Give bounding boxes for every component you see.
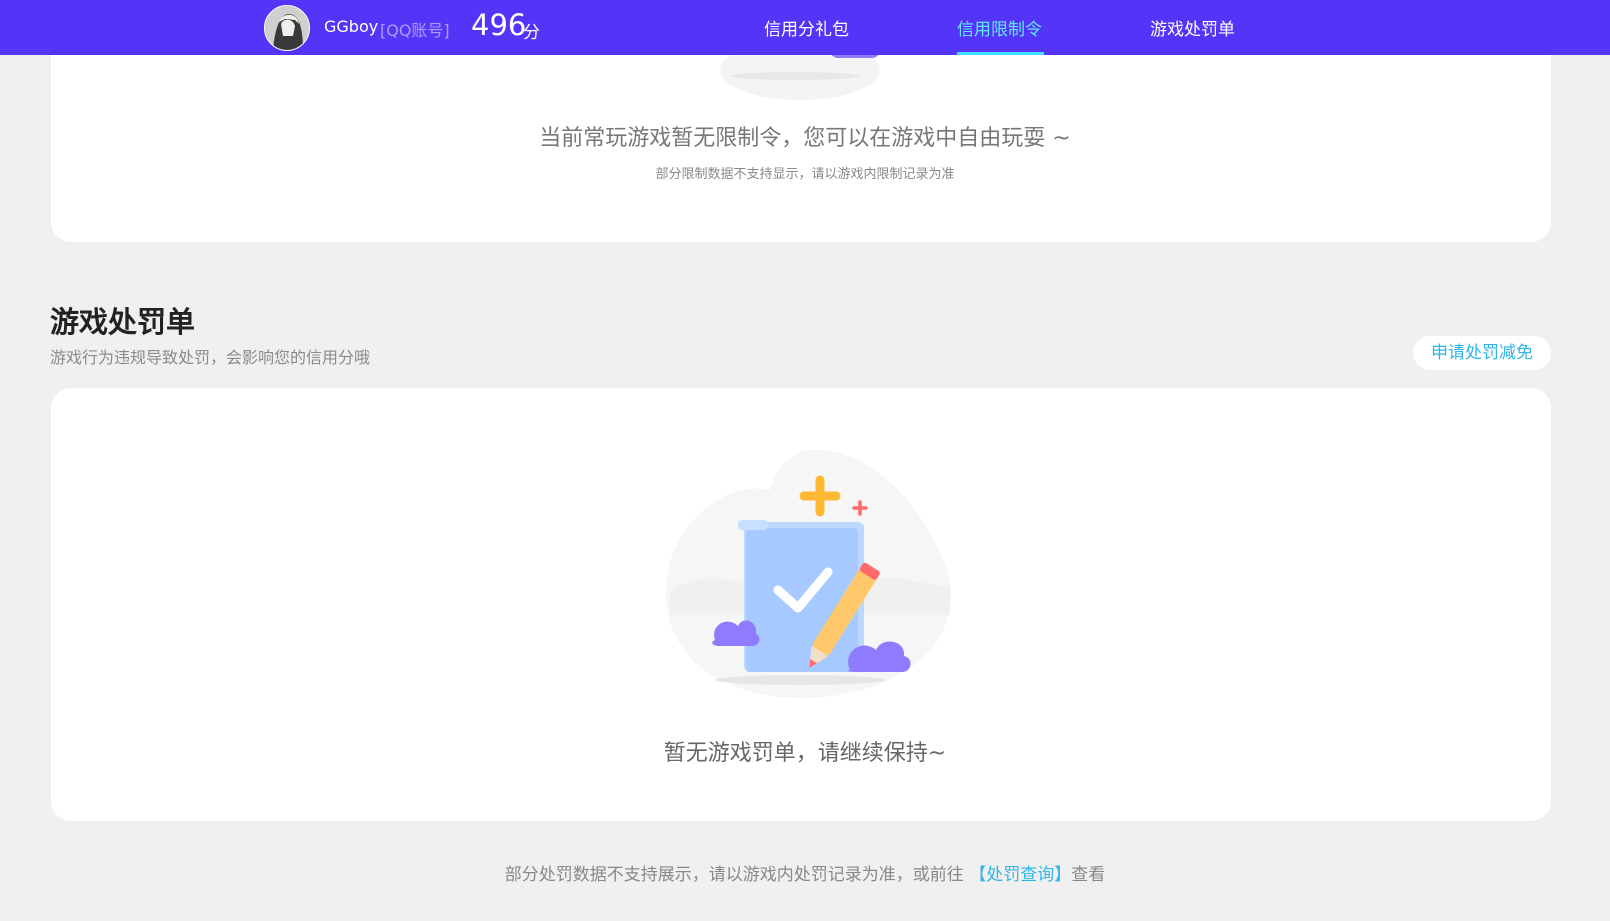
- footer-note-prefix: 部分处罚数据不支持展示，请以游戏内处罚记录为准，或前往: [504, 865, 964, 885]
- account-type-label: [QQ账号]: [380, 21, 450, 40]
- apply-penalty-reduction-button[interactable]: 申请处罚减免: [1413, 336, 1551, 370]
- user-name: GGboy: [324, 17, 379, 36]
- penalty-footer-note: 部分处罚数据不支持展示，请以游戏内处罚记录为准，或前往 【处罚查询】查看: [0, 860, 1610, 885]
- active-tab-indicator: [957, 52, 1044, 55]
- restriction-note: 部分限制数据不支持显示，请以游戏内限制记录为准: [655, 167, 955, 182]
- avatar-image-icon: [265, 6, 309, 50]
- nav-tab-game-penalty[interactable]: 游戏处罚单: [1150, 15, 1235, 40]
- top-navigation-bar: GGboy [QQ账号] 496 分 信用分礼包 信用限制令 游戏处罚单: [0, 0, 1610, 55]
- penalty-section-description: 游戏行为违规导致处罚，会影响您的信用分哦: [50, 348, 371, 367]
- restriction-empty-message: 当前常玩游戏暂无限制令，您可以在游戏中自由玩耍 ~: [539, 126, 1071, 151]
- credit-score-value: 496: [471, 8, 527, 42]
- nav-tab-credit-restriction[interactable]: 信用限制令: [957, 15, 1042, 40]
- penalty-query-link[interactable]: 【处罚查询】: [969, 865, 1071, 885]
- empty-penalty-illustration: [665, 449, 951, 699]
- nav-tab-credit-gift[interactable]: 信用分礼包: [764, 15, 849, 40]
- credit-score-unit: 分: [523, 23, 540, 43]
- footer-note-suffix: 查看: [1071, 865, 1106, 885]
- user-avatar[interactable]: [264, 5, 310, 51]
- penalty-section-title: 游戏处罚单: [50, 305, 196, 339]
- penalty-empty-message: 暂无游戏罚单，请继续保持~: [663, 741, 947, 766]
